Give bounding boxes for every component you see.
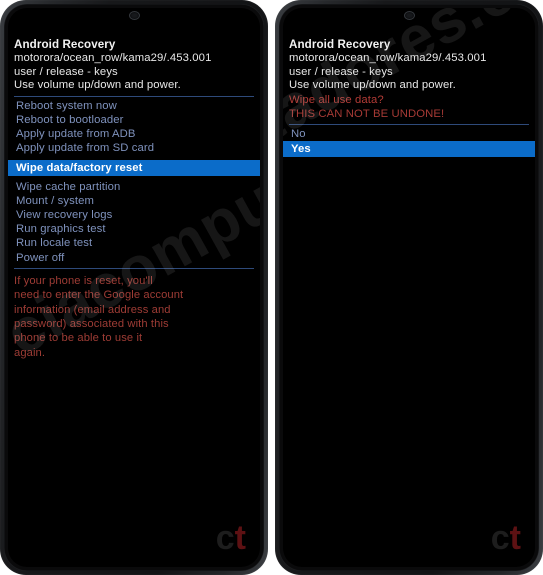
menu-item-power-off[interactable]: Power off: [14, 251, 254, 265]
menu-item-apply-update-from-sd-card[interactable]: Apply update from SD card: [14, 141, 254, 155]
warning-line-3: information (email address and: [14, 303, 171, 316]
menu-item-mount-system[interactable]: Mount / system: [14, 194, 254, 208]
navigation-instructions: Use volume up/down and power.: [289, 79, 456, 92]
option-no[interactable]: No: [289, 127, 529, 141]
warning-line-2: need to enter the Google account: [14, 289, 184, 302]
google-account-warning: If your phone is reset, you'll need to e…: [14, 272, 254, 360]
header-divider: [14, 95, 254, 97]
phone-left-screen: Android Recovery motorora/ocean_row/kama…: [8, 8, 260, 567]
front-camera-icon: [403, 11, 415, 20]
menu-item-wipe-cache-partition[interactable]: Wipe cache partition: [14, 180, 254, 194]
menu-item-reboot-to-bootloader[interactable]: Reboot to bootloader: [14, 113, 254, 127]
phone-right-screen: Android Recovery motorora/ocean_row/kama…: [283, 8, 535, 567]
recovery-console-left: Android Recovery motorora/ocean_row/kama…: [8, 8, 260, 567]
confirm-divider: [289, 123, 529, 125]
phone-right: Android Recovery motorora/ocean_row/kama…: [275, 0, 543, 575]
menu-item-run-locale-test[interactable]: Run locale test: [14, 236, 254, 250]
page-title: Android Recovery: [289, 38, 391, 51]
confirm-question: Wipe all use data?: [289, 93, 384, 106]
build-fingerprint: motorora/ocean_row/kama29/.453.001: [289, 52, 487, 64]
warning-line-1: If your phone is reset, you'll: [14, 274, 153, 287]
confirm-options: No Yes: [283, 127, 535, 157]
warning-line-6: again.: [14, 346, 46, 359]
menu-footer-divider: [14, 267, 254, 269]
menu-item-apply-update-from-adb[interactable]: Apply update from ADB: [14, 127, 254, 141]
build-fingerprint: motorora/ocean_row/kama29/.453.001: [14, 52, 212, 64]
option-yes[interactable]: Yes: [283, 140, 535, 157]
warning-line-4: password) associated with this: [14, 318, 169, 331]
screenshot-stage: Android Recovery motorora/ocean_row/kama…: [0, 0, 543, 575]
menu-item-reboot-system-now[interactable]: Reboot system now: [14, 99, 254, 113]
confirm-caution: THIS CAN NOT BE UNDONE!: [289, 107, 445, 120]
build-type: user / release - keys: [14, 65, 118, 78]
menu-item-wipe-data-factory-reset[interactable]: Wipe data/factory reset: [8, 159, 260, 176]
phone-left: Android Recovery motorora/ocean_row/kama…: [0, 0, 268, 575]
recovery-menu: Reboot system now Reboot to bootloader A…: [8, 99, 260, 265]
navigation-instructions: Use volume up/down and power.: [14, 79, 181, 92]
front-camera-icon: [128, 11, 140, 20]
menu-item-view-recovery-logs[interactable]: View recovery logs: [14, 208, 254, 222]
page-title: Android Recovery: [14, 38, 116, 51]
recovery-console-right: Android Recovery motorora/ocean_row/kama…: [283, 8, 535, 567]
build-type: user / release - keys: [289, 65, 393, 78]
warning-line-5: phone to be able to use it: [14, 332, 143, 345]
menu-item-run-graphics-test[interactable]: Run graphics test: [14, 222, 254, 236]
